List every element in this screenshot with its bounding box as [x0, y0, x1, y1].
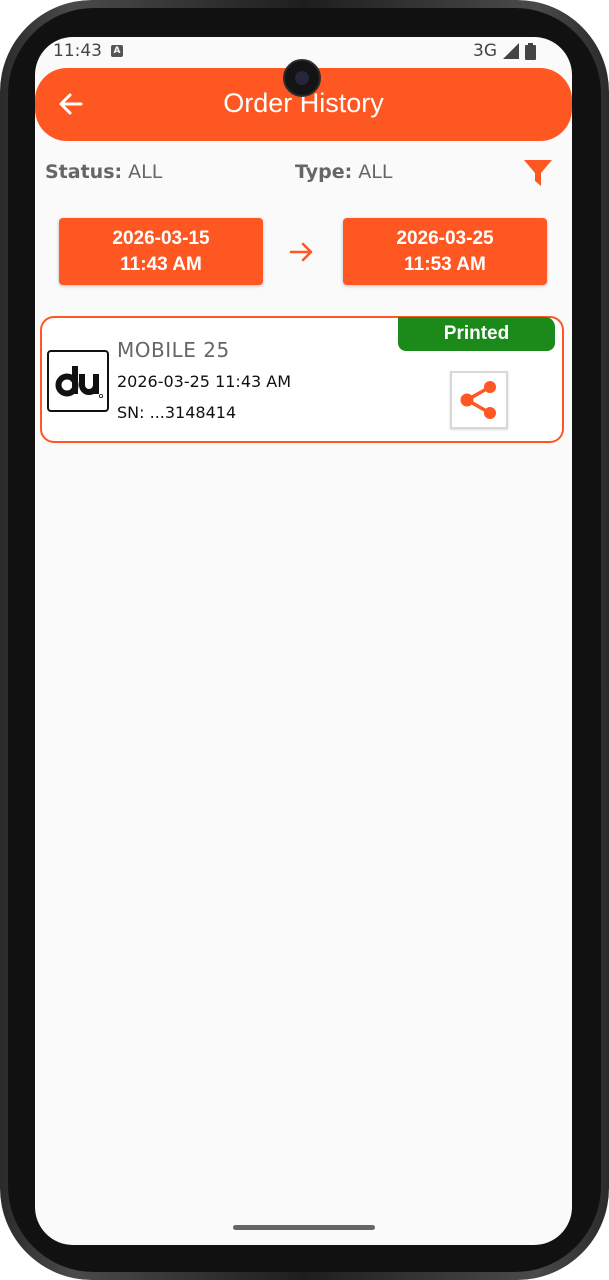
- front-camera: [283, 59, 321, 97]
- app-screen: 11:43 A 3G Order History Status: ALL Typ…: [35, 37, 572, 1245]
- notification-icon: A: [111, 45, 123, 57]
- share-button[interactable]: [450, 371, 508, 429]
- arrow-right-icon: [289, 242, 313, 262]
- type-filter[interactable]: Type: ALL: [295, 161, 392, 183]
- share-icon: [460, 381, 496, 419]
- device-frame: 11:43 A 3G Order History Status: ALL Typ…: [0, 0, 609, 1280]
- order-datetime: 2026-03-25 11:43 AM: [117, 372, 292, 391]
- du-logo: [47, 350, 109, 412]
- status-badge: Printed: [398, 317, 555, 351]
- status-filter[interactable]: Status: ALL: [45, 161, 162, 183]
- start-time: 11:43 AM: [120, 253, 202, 275]
- status-filter-value: ALL: [128, 161, 163, 183]
- battery-icon: [525, 42, 536, 60]
- order-serial: SN: ...3148414: [117, 403, 237, 422]
- filter-funnel-icon[interactable]: [522, 157, 554, 189]
- start-date-button[interactable]: 2026-03-15 11:43 AM: [59, 218, 263, 285]
- status-time: 11:43: [53, 41, 102, 61]
- filter-row: Status: ALL Type: ALL: [35, 155, 572, 191]
- order-title: MOBILE 25: [117, 338, 230, 362]
- status-filter-label: Status:: [45, 161, 123, 183]
- du-brand-icon: [55, 366, 104, 399]
- status-indicators: 3G: [473, 41, 536, 61]
- signal-icon: [503, 43, 519, 59]
- start-date: 2026-03-15: [112, 227, 210, 249]
- type-filter-label: Type:: [295, 161, 353, 183]
- end-date: 2026-03-25: [396, 227, 494, 249]
- home-indicator[interactable]: [233, 1225, 375, 1230]
- network-type: 3G: [473, 41, 497, 61]
- order-card[interactable]: MOBILE 25 2026-03-25 11:43 AM SN: ...314…: [40, 316, 564, 443]
- end-date-button[interactable]: 2026-03-25 11:53 AM: [343, 218, 547, 285]
- end-time: 11:53 AM: [404, 253, 486, 275]
- type-filter-value: ALL: [358, 161, 393, 183]
